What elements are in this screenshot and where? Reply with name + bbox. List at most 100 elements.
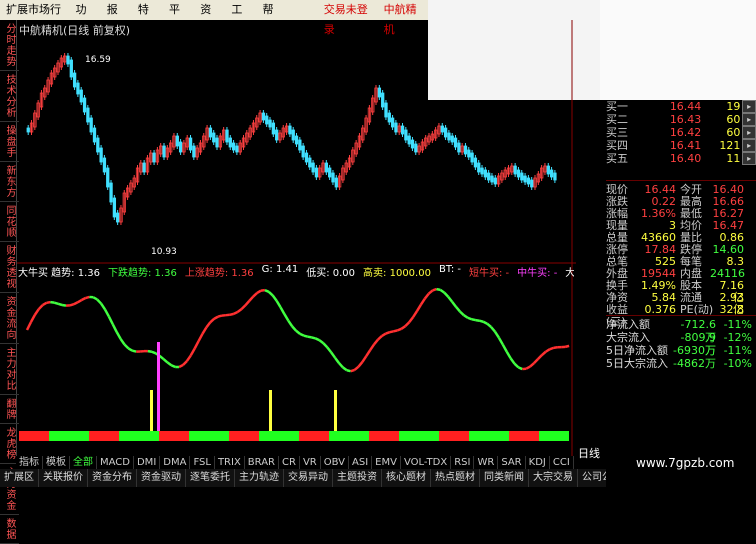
menu-item-market[interactable]: 扩展市场行情 bbox=[0, 0, 70, 20]
indicator-tab[interactable]: CCI bbox=[550, 456, 574, 469]
bottom-tab[interactable]: 关联报价 bbox=[39, 469, 88, 487]
candle-body bbox=[325, 163, 328, 172]
trend-band-cell bbox=[459, 431, 469, 441]
bottom-tab[interactable]: 大宗交易 bbox=[529, 469, 578, 487]
quote-table: 现价16.44今开16.40涨跌0.22最高16.66涨幅1.36%最低16.2… bbox=[606, 184, 756, 316]
indicator-tab[interactable]: ROC bbox=[574, 456, 576, 469]
menu-item-pingan[interactable]: 平安 bbox=[163, 0, 194, 20]
candle-body bbox=[87, 108, 90, 122]
menu-bar: 扩展市场行情 功能 报价 特色 平安 资讯 工具 帮助 交易未登录 中航精机 bbox=[0, 0, 428, 20]
indicator-tab[interactable]: 全部 bbox=[70, 456, 97, 469]
indicator-tab[interactable]: WR bbox=[474, 456, 498, 469]
indicator-tab[interactable]: SAR bbox=[498, 456, 525, 469]
kline-chart[interactable]: 14.5014.0013.5013.0012.5012.0011.5011.00… bbox=[17, 20, 576, 456]
indicator-line-segment bbox=[515, 364, 519, 368]
bottom-tab[interactable]: 逐笔委托 bbox=[186, 469, 235, 487]
trend-band-cell bbox=[429, 431, 439, 441]
indicator-line-segment bbox=[148, 351, 152, 352]
candle-body bbox=[458, 143, 461, 152]
bottom-tab[interactable]: 热点题材 bbox=[431, 469, 480, 487]
bottom-tab[interactable]: 主力轨迹 bbox=[235, 469, 284, 487]
indicator-tab[interactable]: RSI bbox=[451, 456, 474, 469]
candle-body bbox=[309, 158, 312, 167]
candle-body bbox=[315, 168, 318, 177]
indicator-tab[interactable]: MACD bbox=[97, 456, 134, 469]
indicator-legend-item: 高卖: 1000.00 bbox=[363, 264, 431, 278]
indicator-line-segment bbox=[499, 338, 503, 345]
indicator-tab[interactable]: 模板 bbox=[43, 456, 70, 469]
orderbook-expand-icon[interactable]: ▸ bbox=[742, 113, 756, 126]
indicator-line-segment bbox=[366, 350, 370, 356]
orderbook-expand-icon[interactable]: ▸ bbox=[742, 126, 756, 139]
indicator-line-segment bbox=[417, 305, 421, 311]
period-selector[interactable]: 日线 bbox=[578, 445, 600, 461]
candle-body bbox=[441, 126, 444, 132]
indicator-tab[interactable]: TRIX bbox=[215, 456, 245, 469]
menu-item-news[interactable]: 资讯 bbox=[194, 0, 225, 20]
indicator-tab[interactable]: DMI bbox=[134, 456, 160, 469]
stock-name-alert[interactable]: 中航精机 bbox=[378, 0, 428, 20]
candle-body bbox=[302, 146, 305, 157]
trade-login-status[interactable]: 交易未登录 bbox=[318, 0, 378, 20]
sidebar-item[interactable]: 数据 bbox=[0, 515, 19, 544]
indicator-line-segment bbox=[394, 330, 398, 331]
trend-band-cell bbox=[389, 431, 399, 441]
bottom-tab[interactable]: 同类新闻 bbox=[480, 469, 529, 487]
candle-body bbox=[491, 176, 494, 182]
indicator-tab[interactable]: KDJ bbox=[526, 456, 550, 469]
indicator-line-segment bbox=[507, 352, 511, 359]
indicator-tab[interactable]: ASI bbox=[349, 456, 372, 469]
trend-band-cell bbox=[259, 431, 269, 441]
indicator-line-segment bbox=[187, 355, 191, 361]
indicator-line-segment bbox=[249, 297, 253, 301]
menu-item-function[interactable]: 功能 bbox=[70, 0, 101, 20]
indicator-line-segment bbox=[277, 301, 281, 307]
orderbook-expand-icon[interactable]: ▸ bbox=[742, 152, 756, 165]
candle-body bbox=[487, 173, 490, 180]
indicator-line-segment bbox=[86, 297, 90, 298]
indicator-tab[interactable]: DMA bbox=[160, 456, 190, 469]
indicator-line-segment bbox=[518, 367, 522, 369]
indicator-line-segment bbox=[117, 332, 121, 339]
bottom-tab[interactable]: 交易异动 bbox=[284, 469, 333, 487]
menu-item-quote[interactable]: 报价 bbox=[101, 0, 132, 20]
orderbook-price: 16.41 bbox=[643, 139, 705, 152]
indicator-line-segment bbox=[370, 344, 374, 350]
indicator-tab[interactable]: FSL bbox=[190, 456, 215, 469]
indicator-line-segment bbox=[429, 290, 433, 293]
bottom-tab[interactable]: 主题投资 bbox=[333, 469, 382, 487]
orderbook-row: 买三16.4260▸ bbox=[606, 126, 756, 139]
menu-item-help[interactable]: 帮助 bbox=[257, 0, 288, 20]
indicator-line-segment bbox=[160, 356, 164, 359]
candle-body bbox=[209, 128, 212, 137]
fundflow-key: 大宗流入 bbox=[606, 331, 672, 344]
indicator-tab[interactable]: OBV bbox=[321, 456, 349, 469]
orderbook-expand-icon[interactable]: ▸ bbox=[742, 139, 756, 152]
indicator-tab[interactable]: EMV bbox=[372, 456, 401, 469]
indicator-tab[interactable]: CR bbox=[279, 456, 300, 469]
indicator-tab[interactable]: VR bbox=[300, 456, 321, 469]
orderbook-expand-icon[interactable]: ▸ bbox=[742, 100, 756, 113]
candle-body bbox=[90, 118, 93, 132]
bottom-tab[interactable]: 公司公告 bbox=[578, 469, 606, 487]
bottom-tab[interactable]: 资金分布 bbox=[88, 469, 137, 487]
menu-item-feature[interactable]: 特色 bbox=[132, 0, 163, 20]
bottom-tab[interactable]: 扩展区 bbox=[0, 469, 39, 487]
orderbook-volume: 121 bbox=[705, 139, 740, 152]
indicator-tab[interactable]: VOL-TDX bbox=[401, 456, 451, 469]
fundflow-percent: -11% bbox=[716, 318, 752, 331]
indicator-tab[interactable]: 指标 bbox=[16, 456, 43, 469]
bottom-tab[interactable]: 核心题材 bbox=[382, 469, 431, 487]
indicator-line-segment bbox=[335, 358, 339, 363]
trend-band-cell bbox=[519, 431, 529, 441]
bottom-tab[interactable]: 资金驱动 bbox=[137, 469, 186, 487]
indicator-line-segment bbox=[476, 320, 480, 321]
orderbook-volume: 11 bbox=[705, 152, 740, 165]
indicator-tab[interactable]: BRAR bbox=[245, 456, 279, 469]
fundflow-percent: -10% bbox=[716, 357, 752, 370]
indicator-line-segment bbox=[203, 327, 207, 333]
candle-body bbox=[328, 168, 331, 177]
trend-band-cell bbox=[19, 431, 29, 441]
indicator-line-segment bbox=[351, 370, 355, 371]
menu-item-tools[interactable]: 工具 bbox=[225, 0, 256, 20]
